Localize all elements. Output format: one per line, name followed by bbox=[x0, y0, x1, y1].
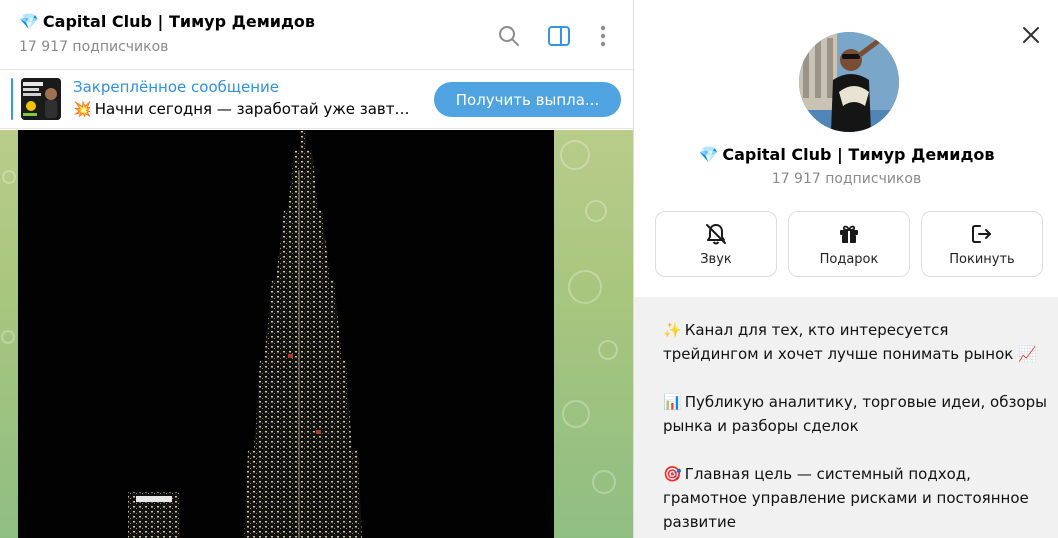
burst-emoji: 💥 bbox=[73, 100, 92, 118]
chart-increasing-emoji: 📈 bbox=[1018, 345, 1037, 363]
channel-description: ✨ Канал для тех, кто интересуется трейдин… bbox=[663, 318, 1048, 538]
pinned-message-thumbnail bbox=[21, 78, 61, 120]
chat-title[interactable]: 💎 Capital Club | Тимур Демидов bbox=[19, 12, 315, 31]
diamond-emoji: 💎 bbox=[19, 12, 39, 31]
pinned-message-text: 💥 Начни сегодня — заработай уже завтр... bbox=[73, 100, 418, 118]
gift-button[interactable]: Подарок bbox=[788, 211, 910, 277]
side-panel-icon bbox=[548, 26, 570, 46]
channel-subscriber-count: 17 917 подписчиков bbox=[771, 171, 922, 187]
diamond-emoji: 💎 bbox=[698, 145, 719, 164]
sparkles-emoji: ✨ bbox=[663, 321, 682, 339]
more-menu-button[interactable] bbox=[589, 22, 617, 50]
pinned-accent-line bbox=[11, 78, 13, 120]
target-emoji: 🎯 bbox=[663, 465, 682, 483]
leave-channel-button[interactable]: Покинуть bbox=[921, 211, 1043, 277]
description-text: Канал для тех, кто интересуется трейдинг… bbox=[663, 321, 1014, 363]
media-image-burj-khalifa[interactable] bbox=[18, 130, 554, 538]
more-vertical-icon bbox=[600, 25, 606, 47]
description-paragraph: 🎯 Главная цель — системный подход, грамот… bbox=[663, 462, 1048, 534]
leave-icon bbox=[972, 225, 991, 243]
channel-name-text: Capital Club | Тимур Демидов bbox=[722, 145, 995, 164]
channel-name: 💎 Capital Club | Тимур Демидов bbox=[634, 145, 1058, 164]
gift-icon bbox=[840, 225, 858, 243]
description-text: Главная цель — системный подход, грамотн… bbox=[663, 465, 1029, 531]
channel-info-panel: 💎 Capital Club | Тимур Демидов 17 917 под… bbox=[633, 0, 1058, 538]
chat-subscriber-count: 17 917 подписчиков bbox=[19, 39, 169, 55]
pinned-message-label: Закреплённое сообщение bbox=[73, 78, 280, 96]
bell-off-icon bbox=[706, 224, 726, 245]
pinned-action-button[interactable]: Получить выпла... bbox=[434, 82, 621, 117]
mute-sound-button[interactable]: Звук bbox=[655, 211, 777, 277]
gift-label: Подарок bbox=[819, 252, 879, 267]
search-button[interactable] bbox=[495, 22, 523, 50]
side-panel-toggle[interactable] bbox=[545, 22, 573, 50]
chat-header[interactable]: 💎 Capital Club | Тимур Демидов 17 917 под… bbox=[0, 0, 633, 70]
pinned-message-preview: Начни сегодня — заработай уже завтр... bbox=[94, 100, 418, 118]
close-icon bbox=[1023, 27, 1039, 43]
bar-chart-emoji: 📊 bbox=[663, 393, 682, 411]
search-icon bbox=[499, 26, 519, 46]
channel-info-header: 💎 Capital Club | Тимур Демидов 17 917 под… bbox=[634, 0, 1058, 297]
description-text: Публикую аналитику, торговые идеи, обзор… bbox=[663, 393, 1048, 435]
chat-column: 💎 Capital Club | Тимур Демидов 17 917 под… bbox=[0, 0, 633, 538]
pinned-message-bar[interactable]: Закреплённое сообщение 💥 Начни сегодня — … bbox=[0, 70, 633, 129]
leave-channel-label: Покинуть bbox=[949, 252, 1015, 267]
description-paragraph: ✨ Канал для тех, кто интересуется трейдин… bbox=[663, 318, 1048, 366]
description-paragraph: 📊 Публикую аналитику, торговые идеи, обзо… bbox=[663, 390, 1048, 438]
close-panel-button[interactable] bbox=[1018, 22, 1044, 48]
chat-title-text: Capital Club | Тимур Демидов bbox=[42, 12, 316, 31]
mute-sound-label: Звук bbox=[700, 252, 732, 267]
channel-avatar[interactable] bbox=[799, 32, 899, 132]
